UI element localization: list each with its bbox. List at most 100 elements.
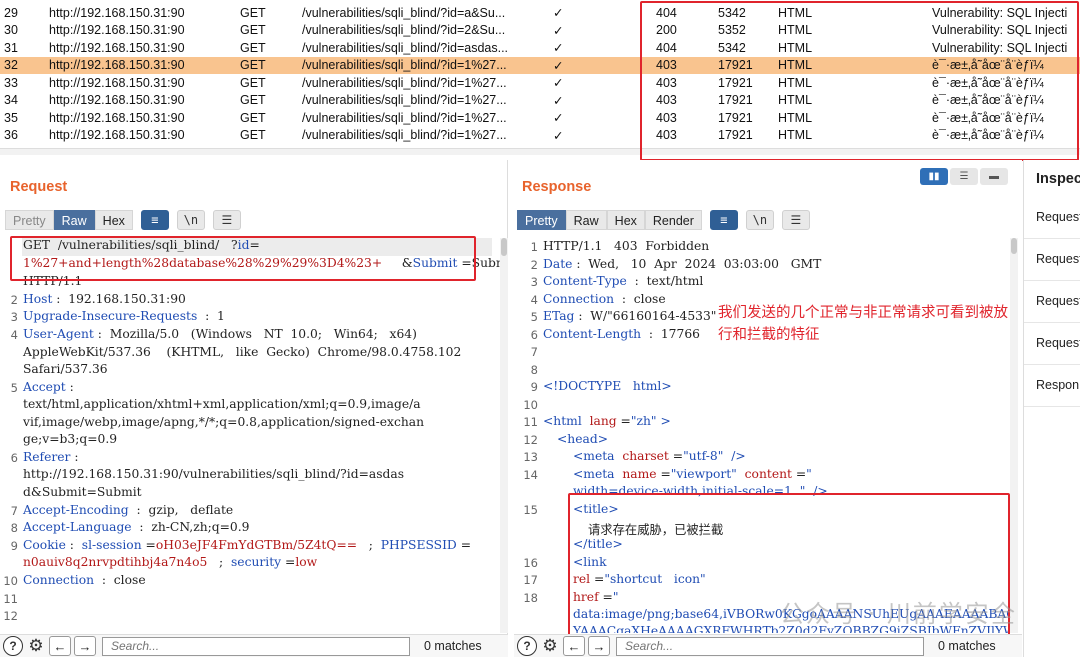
- table-cell-method: GET: [240, 58, 266, 73]
- table-cell-url: /vulnerabilities/sqli_blind/?id=a&Su...: [302, 5, 506, 20]
- scroll-thumb[interactable]: [501, 238, 507, 256]
- response-search-input[interactable]: [616, 636, 924, 656]
- split-vertical-icon[interactable]: ☰: [950, 168, 978, 185]
- table-row[interactable]: 34 http://192.168.150.31:90 GET/vulnerabil…: [0, 92, 1080, 110]
- table-cell-title: Vulnerability: SQL Injecti: [932, 5, 1068, 20]
- single-pane-icon[interactable]: ▬: [980, 168, 1008, 185]
- newline-toggle-button[interactable]: \n: [176, 210, 205, 230]
- table-cell-status: 200: [656, 23, 677, 38]
- request-match-count: 0 matches: [424, 639, 482, 653]
- table-cell-url: /vulnerabilities/sqli_blind/?id=1%27...: [302, 75, 507, 90]
- line-number: 17: [523, 573, 538, 587]
- line-number: 6: [530, 328, 538, 342]
- table-cell-url: /vulnerabilities/sqli_blind/?id=2&Su...: [302, 23, 506, 38]
- meta-charset: <meta charset ="utf-8" />: [573, 449, 746, 463]
- request-line-version: HTTP/1.1: [23, 274, 83, 288]
- tab-render[interactable]: Render: [644, 210, 702, 230]
- request-title: Request: [10, 179, 68, 195]
- gear-icon[interactable]: ⚙: [540, 636, 560, 656]
- help-icon[interactable]: ?: [3, 636, 23, 656]
- previous-match-button[interactable]: ←: [49, 636, 71, 656]
- table-cell-param: ✓: [553, 41, 564, 56]
- horizontal-scrollbar[interactable]: [0, 148, 1080, 155]
- table-cell-title: è¯·æ±‚å­˜åœ¨å¨èƒï¼: [932, 128, 1044, 143]
- help-icon[interactable]: ?: [517, 636, 537, 656]
- response-search-bar: ? ⚙ ← → 0 matches: [514, 634, 1022, 657]
- table-cell-mime: HTML: [778, 110, 813, 125]
- request-tabbar: Pretty Raw Hex ≡ \n ☰: [5, 210, 241, 230]
- line-number: 1: [530, 240, 538, 254]
- table-row[interactable]: 30 http://192.168.150.31:90 GET/vulnerabil…: [0, 22, 1080, 40]
- header-accept-language: Accept-Language : zh-CN,zh;q=0.9: [23, 520, 250, 534]
- table-row[interactable]: 31 http://192.168.150.31:90 GET/vulnerabil…: [0, 39, 1080, 57]
- newline-toggle-button[interactable]: \n: [745, 210, 774, 230]
- header-referer-cont: http://192.168.150.31:90/vulnerabilities…: [23, 467, 405, 481]
- table-row[interactable]: 36 http://192.168.150.31:90 GET/vulnerabil…: [0, 127, 1080, 145]
- header-upgrade-insecure: Upgrade-Insecure-Requests : 1: [23, 309, 225, 323]
- table-cell-host: http://192.168.150.31:90: [49, 40, 185, 55]
- table-cell-mime: HTML: [778, 40, 813, 55]
- line-number: 10: [3, 574, 18, 588]
- table-cell-mime: HTML: [778, 23, 813, 38]
- table-row[interactable]: 33 http://192.168.150.31:90 GET/vulnerabil…: [0, 74, 1080, 92]
- tab-raw[interactable]: Raw: [565, 210, 607, 230]
- request-editor[interactable]: GET /vulnerabilities/sqli_blind/ ?id= 1%…: [0, 238, 500, 633]
- header-connection: Connection : close: [23, 573, 146, 587]
- message-actions-icon[interactable]: ≡: [140, 210, 169, 230]
- line-number: 7: [10, 504, 18, 518]
- table-cell-status: 404: [656, 5, 677, 20]
- tab-hex[interactable]: Hex: [606, 210, 645, 230]
- inspector-pane: Inspec Request Request Request Request R…: [1023, 160, 1080, 657]
- inspector-section[interactable]: Request: [1024, 282, 1080, 323]
- request-search-input[interactable]: [102, 636, 410, 656]
- response-vertical-scrollbar[interactable]: [1010, 238, 1018, 633]
- table-cell-status: 403: [656, 75, 677, 90]
- table-cell-length: 17921: [718, 110, 753, 125]
- menu-icon[interactable]: ☰: [212, 210, 241, 230]
- table-cell-length: 17921: [718, 128, 753, 143]
- inspector-section[interactable]: Respon: [1024, 366, 1080, 407]
- table-cell-num: 36: [4, 128, 18, 143]
- message-actions-icon[interactable]: ≡: [709, 210, 738, 230]
- proxy-history-table[interactable]: 29 http://192.168.150.31:90 GET/vulnerabil…: [0, 0, 1080, 155]
- link-tag: <link: [573, 555, 607, 569]
- line-number: 4: [10, 328, 18, 342]
- tab-pretty[interactable]: Pretty: [5, 210, 54, 230]
- table-row[interactable]: 35 http://192.168.150.31:90 GET/vulnerabil…: [0, 109, 1080, 127]
- response-editor[interactable]: 1 HTTP/1.1 403 Forbidden 2 Date : Wed, 1…: [520, 238, 1010, 633]
- table-cell-status: 403: [656, 58, 677, 73]
- gear-icon[interactable]: ⚙: [26, 636, 46, 656]
- line-number: 4: [530, 293, 538, 307]
- inspector-section[interactable]: Request: [1024, 240, 1080, 281]
- table-cell-param: ✓: [553, 76, 564, 91]
- next-match-button[interactable]: →: [74, 636, 96, 656]
- previous-match-button[interactable]: ←: [563, 636, 585, 656]
- table-cell-title: è¯·æ±‚å­˜åœ¨å¨èƒï¼: [932, 58, 1044, 73]
- table-cell-length: 5342: [718, 40, 746, 55]
- table-cell-length: 5352: [718, 23, 746, 38]
- menu-icon[interactable]: ☰: [781, 210, 810, 230]
- table-cell-url: /vulnerabilities/sqli_blind/?id=asdas...: [302, 40, 509, 55]
- layout-toggle-group: ▮▮ ☰ ▬: [920, 168, 1008, 185]
- table-cell-method: GET: [240, 128, 266, 143]
- tab-pretty[interactable]: Pretty: [517, 210, 566, 230]
- header-user-agent-cont: Safari/537.36: [23, 362, 108, 376]
- table-row[interactable]: 29 http://192.168.150.31:90 GET/vulnerabil…: [0, 4, 1080, 22]
- next-match-button[interactable]: →: [588, 636, 610, 656]
- response-tabbar: Pretty Raw Hex Render ≡ \n ☰: [517, 210, 810, 230]
- header-accept-cont: text/html,application/xhtml+xml,applicat…: [23, 397, 421, 411]
- table-row[interactable]: 32 http://192.168.150.31:90 GET/vulnerabil…: [0, 56, 1080, 74]
- header-referer-cont: d&Submit=Submit: [23, 485, 142, 499]
- request-vertical-scrollbar[interactable]: [500, 238, 508, 633]
- tab-raw[interactable]: Raw: [53, 210, 95, 230]
- split-horizontal-icon[interactable]: ▮▮: [920, 168, 948, 185]
- scroll-thumb[interactable]: [1011, 238, 1017, 254]
- tab-hex[interactable]: Hex: [94, 210, 133, 230]
- table-cell-host: http://192.168.150.31:90: [49, 110, 185, 125]
- table-cell-param: ✓: [553, 6, 564, 21]
- inspector-section[interactable]: Request: [1024, 324, 1080, 365]
- line-number: 12: [523, 433, 538, 447]
- table-cell-title: è¯·æ±‚å­˜åœ¨å¨èƒï¼: [932, 110, 1044, 125]
- inspector-section[interactable]: Request: [1024, 198, 1080, 239]
- table-cell-host: http://192.168.150.31:90: [49, 93, 185, 108]
